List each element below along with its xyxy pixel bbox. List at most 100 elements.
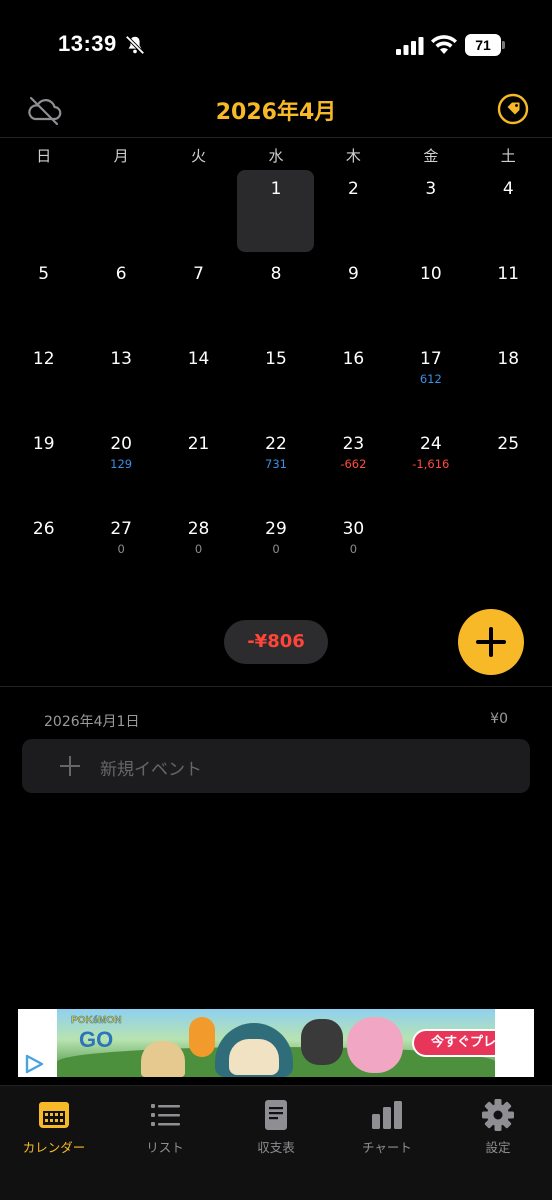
battery-indicator: 71 xyxy=(465,34,505,56)
battery-tip xyxy=(502,41,505,49)
calendar-day-cell[interactable]: 10 xyxy=(392,253,469,338)
day-number: 26 xyxy=(32,519,55,539)
tab-calendar[interactable]: カレンダー xyxy=(12,1086,96,1200)
day-number: 3 xyxy=(425,179,437,199)
tab-label: カレンダー xyxy=(22,1140,86,1155)
calendar-header: 2026年4月 xyxy=(0,90,552,138)
calendar-day-cell[interactable]: 29 0 xyxy=(237,508,314,593)
wifi-icon xyxy=(431,35,457,54)
ad-character-bear xyxy=(301,1019,343,1065)
calendar-day-cell[interactable]: 14 xyxy=(160,338,237,423)
day-amount xyxy=(160,287,237,301)
day-number: 16 xyxy=(342,349,365,369)
calendar-day-cell[interactable]: 17 612 xyxy=(392,338,469,423)
calendar-day-cell[interactable]: 13 xyxy=(82,338,159,423)
day-amount xyxy=(470,457,547,471)
tab-settings[interactable]: 設定 xyxy=(456,1086,540,1200)
day-amount xyxy=(315,372,392,386)
calendar-day-cell[interactable]: 23 -662 xyxy=(315,423,392,508)
day-amount: -662 xyxy=(340,457,367,471)
calendar-day-cell[interactable]: 20 129 xyxy=(82,423,159,508)
gear-icon xyxy=(482,1099,514,1131)
ad-choices-icon[interactable] xyxy=(22,1053,46,1075)
tag-icon[interactable] xyxy=(497,93,529,125)
new-event-label: 新規イベント xyxy=(100,760,202,780)
calendar-day-cell[interactable]: 8 xyxy=(237,253,314,338)
day-number: 1 xyxy=(270,179,282,199)
ad-game-logo: POKéMON GO xyxy=(71,1015,133,1055)
weekday-label: 木 xyxy=(345,147,361,165)
day-number: 10 xyxy=(420,264,442,284)
day-number: 11 xyxy=(497,264,520,284)
status-bar: 13:39 71 xyxy=(0,0,552,90)
day-amount xyxy=(5,287,82,301)
calendar-day-cell[interactable]: 16 xyxy=(315,338,392,423)
calendar-day-cell[interactable]: 30 0 xyxy=(315,508,392,593)
calendar-day-cell[interactable]: 22 731 xyxy=(237,423,314,508)
ad-character-bewear xyxy=(347,1017,403,1073)
day-amount: 731 xyxy=(265,457,287,471)
day-amount xyxy=(82,372,159,386)
calendar-day-cell[interactable]: 11 xyxy=(470,253,547,338)
ad-banner[interactable]: POKéMON GO 今すぐプレイ xyxy=(18,1009,534,1077)
tab-balance-sheet[interactable]: 収支表 xyxy=(234,1086,318,1200)
day-amount xyxy=(315,202,392,216)
calendar-day-cell[interactable]: 25 xyxy=(470,423,547,508)
calendar-day-cell[interactable]: 9 xyxy=(315,253,392,338)
calendar-day-cell[interactable]: 2 xyxy=(315,168,392,253)
calendar-day-cell[interactable]: 12 xyxy=(5,338,82,423)
ad-cta-button[interactable]: 今すぐプレイ xyxy=(412,1029,495,1057)
day-amount xyxy=(392,287,469,301)
calendar-day-cell[interactable]: 1 xyxy=(237,168,315,253)
tab-chart[interactable]: チャート xyxy=(345,1086,429,1200)
calendar-week-row: 5 6 7 8 9 10 11 xyxy=(5,253,547,338)
calendar-day-cell[interactable]: 6 xyxy=(82,253,159,338)
ad-image[interactable]: POKéMON GO 今すぐプレイ xyxy=(57,1009,495,1077)
add-entry-button[interactable] xyxy=(458,609,524,675)
day-number: 27 xyxy=(110,519,132,539)
day-number: 9 xyxy=(347,264,359,284)
calendar-day-cell[interactable]: 19 xyxy=(5,423,82,508)
day-number: 19 xyxy=(32,434,55,454)
calendar-day-cell[interactable]: 26 xyxy=(5,508,82,593)
day-number: 30 xyxy=(342,519,365,539)
calendar-day-cell[interactable]: 24 -1,616 xyxy=(392,423,469,508)
list-icon xyxy=(151,1104,180,1126)
day-number: 28 xyxy=(187,519,210,539)
day-amount: 0 xyxy=(349,542,358,556)
day-number: 15 xyxy=(265,349,287,369)
month-title[interactable]: 2026年4月 xyxy=(0,94,552,126)
status-time: 13:39 xyxy=(58,31,117,56)
day-number: 13 xyxy=(110,349,132,369)
day-amount xyxy=(5,372,82,386)
calendar-day-cell[interactable]: 7 xyxy=(160,253,237,338)
selected-date-total: ¥0 xyxy=(490,711,508,727)
day-number: 25 xyxy=(497,434,520,454)
calendar-day-cell[interactable]: 27 0 xyxy=(82,508,159,593)
calendar-day-cell[interactable]: 3 xyxy=(392,168,469,253)
calendar-day-cell[interactable]: 5 xyxy=(5,253,82,338)
weekday-label: 火 xyxy=(191,147,207,165)
tab-list[interactable]: リスト xyxy=(123,1086,207,1200)
day-number: 22 xyxy=(265,434,287,454)
new-event-row[interactable]: 新規イベント xyxy=(22,739,530,793)
day-number: 23 xyxy=(342,434,365,454)
day-number: 5 xyxy=(38,264,50,284)
day-number: 17 xyxy=(420,349,442,369)
day-amount: 0 xyxy=(117,542,125,556)
day-amount xyxy=(392,202,469,216)
day-amount xyxy=(5,457,82,471)
day-amount xyxy=(470,202,547,216)
calendar-empty-cell xyxy=(470,508,547,593)
calendar-day-cell[interactable]: 4 xyxy=(470,168,547,253)
tab-label: 設定 xyxy=(485,1140,511,1155)
day-number: 14 xyxy=(187,349,210,369)
calendar-day-cell[interactable]: 21 xyxy=(160,423,237,508)
calendar-day-cell[interactable]: 18 xyxy=(470,338,547,423)
document-icon xyxy=(265,1100,287,1130)
calendar-day-cell[interactable]: 28 0 xyxy=(160,508,237,593)
day-number: 12 xyxy=(32,349,55,369)
month-total-badge[interactable]: -¥806 xyxy=(224,620,328,664)
day-amount xyxy=(237,372,314,386)
calendar-day-cell[interactable]: 15 xyxy=(237,338,314,423)
